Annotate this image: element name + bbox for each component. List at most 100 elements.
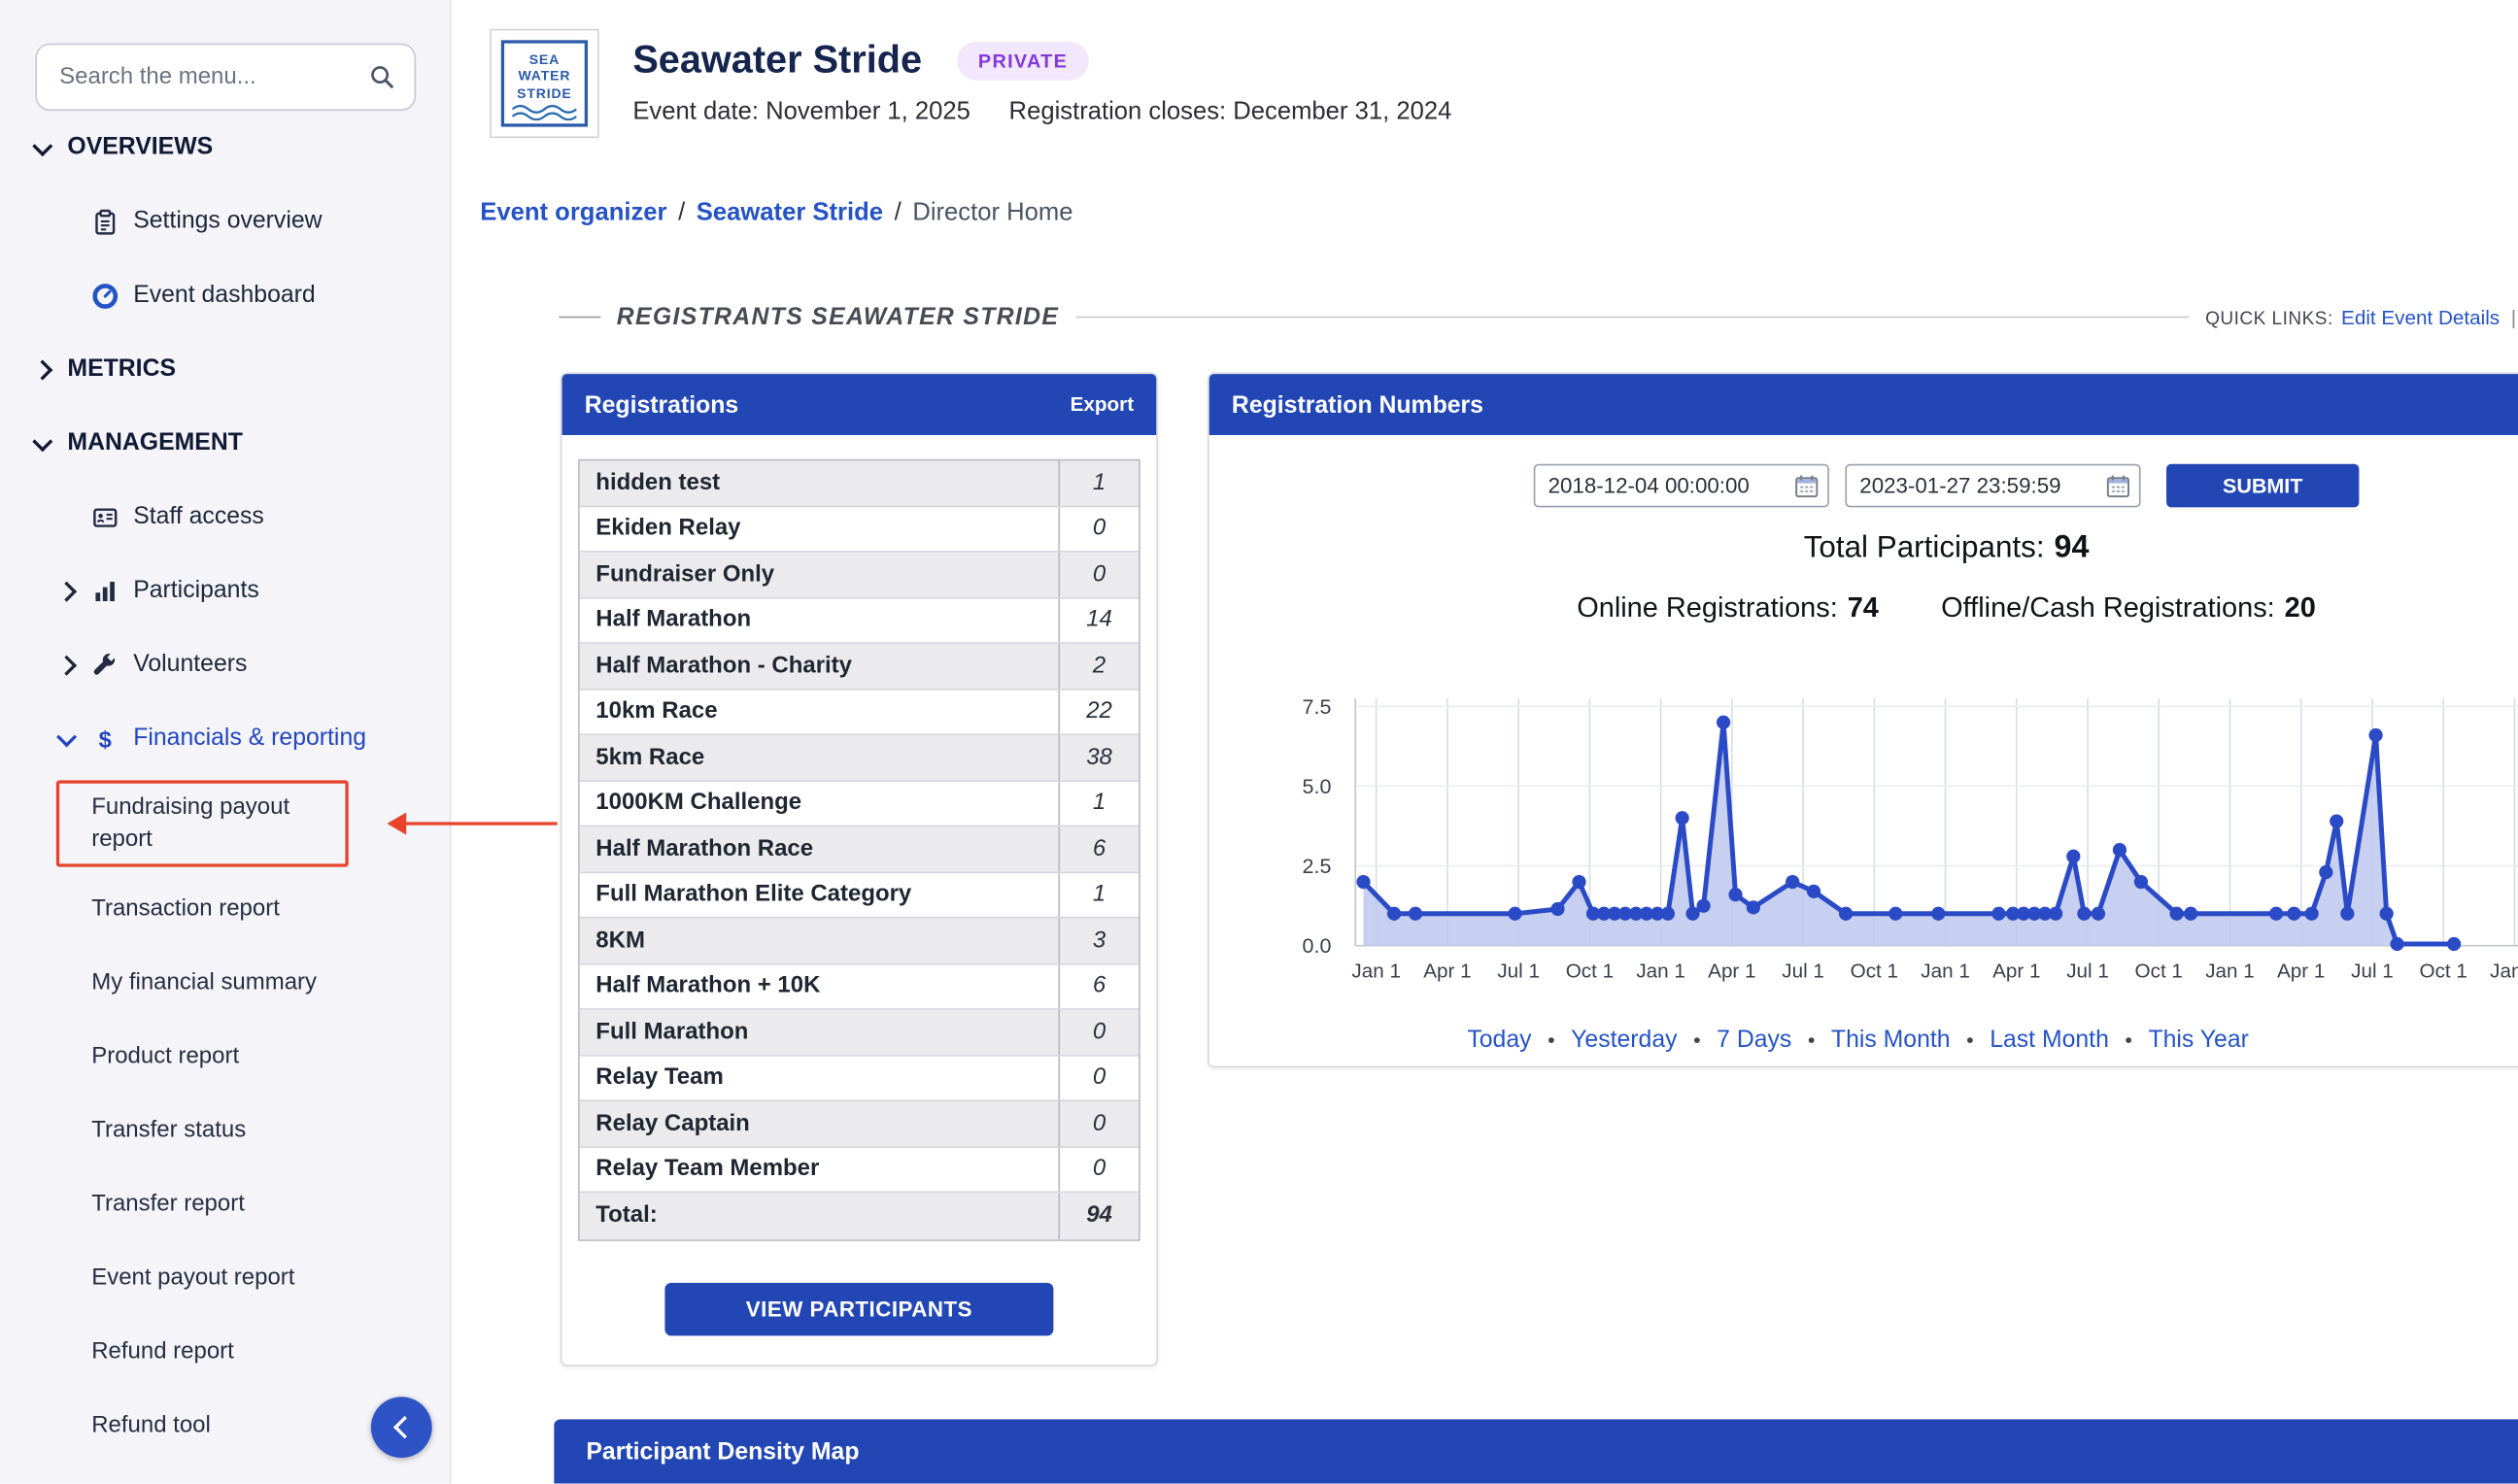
breadcrumb: Event organizer/Seawater Stride/Director… [480,199,1072,228]
svg-text:Jan 1: Jan 1 [1351,961,1401,983]
table-row-full-marathon-elite-category: Full Marathon Elite Category1 [580,872,1139,918]
sidebar-item-fundraising-payout-report[interactable]: Fundraising payout report [0,775,450,871]
svg-text:5.0: 5.0 [1303,775,1332,798]
view-participants-button[interactable]: VIEW PARTICIPANTS [664,1282,1053,1335]
sidebar-item-metrics[interactable]: METRICS [0,332,450,406]
row-label: 10km Race [580,690,1059,733]
sidebar-item-volunteers[interactable]: Volunteers [0,627,450,701]
breadcrumb-event-organizer[interactable]: Event organizer [480,199,666,226]
sidebar-item-overviews[interactable]: OVERVIEWS [0,111,450,185]
table-row-half-marathon: Half Marathon14 [580,598,1139,644]
sidebar-item-staff-access[interactable]: Staff access [0,480,450,554]
quick-links: QUICK LINKS:Edit Event Details|Copy [2205,306,2518,328]
app-window: OVERVIEWSSettings overviewEvent dashboar… [0,0,2518,1483]
registration-numbers-card: Registration Numbers SUBMIT [1208,373,2518,1068]
svg-text:Jul 1: Jul 1 [2066,961,2109,983]
chevron-down-icon [32,430,52,451]
calendar-icon[interactable] [1786,473,1827,498]
table-row-1000km-challenge: 1000KM Challenge1 [580,781,1139,826]
svg-text:$: $ [99,727,112,753]
breadcrumb-seawater-stride[interactable]: Seawater Stride [697,199,883,226]
date-from-field[interactable] [1534,464,1829,508]
table-row-5km-race: 5km Race38 [580,735,1139,781]
table-row-hidden-test: hidden test1 [580,460,1139,506]
idcard-icon [91,503,119,530]
svg-text:Jan 1: Jan 1 [1636,961,1685,983]
svg-text:Oct 1: Oct 1 [1566,961,1614,983]
svg-text:Jan 1: Jan 1 [1921,961,1970,983]
table-row-half-marathon-charity: Half Marathon - Charity2 [580,644,1139,690]
sidebar-item-my-financial-summary[interactable]: My financial summary [0,946,450,1020]
participant-density-map-title: Participant Density Map [586,1437,859,1465]
chevron-right-icon [56,655,77,675]
range-link-this-year[interactable]: This Year [2148,1026,2248,1053]
sidebar-item-product-report[interactable]: Product report [0,1020,450,1094]
registrations-chart: 0.02.55.07.5Jan 1Apr 1Jul 1Oct 1Jan 1Apr… [1251,686,2518,1000]
row-label: 1000KM Challenge [580,781,1059,825]
row-value: 1 [1058,872,1139,916]
offline-registrations-value: 20 [2285,590,2316,623]
sidebar-item-event-dashboard[interactable]: Event dashboard [0,258,450,332]
total-participants-value: 94 [2055,530,2090,565]
date-from-input[interactable] [1535,474,1786,498]
date-to-input[interactable] [1847,474,2097,498]
sidebar-collapse-button[interactable] [371,1397,432,1458]
chevron-left-icon [393,1416,416,1438]
clipboard-icon [91,208,119,235]
row-label: Relay Team [580,1056,1059,1099]
bars-icon [91,577,119,604]
quick-links-label: QUICK LINKS: [2205,309,2333,328]
svg-text:Oct 1: Oct 1 [2420,961,2467,983]
row-label: Relay Team Member [580,1147,1059,1191]
sidebar-item-transfer-report[interactable]: Transfer report [0,1167,450,1241]
row-value: 94 [1058,1193,1139,1238]
row-label: hidden test [580,460,1059,504]
svg-text:Apr 1: Apr 1 [2277,961,2325,983]
row-label: Half Marathon + 10K [580,964,1059,1008]
registrations-card-title: Registrations [585,391,738,419]
svg-text:Jul 1: Jul 1 [2351,961,2394,983]
row-label: Fundraiser Only [580,553,1059,596]
sidebar-item-refund-report[interactable]: Refund report [0,1315,450,1389]
row-label: Relay Captain [580,1101,1059,1145]
sidebar-item-participants[interactable]: Participants [0,554,450,627]
breadcrumb-director-home: Director Home [912,199,1072,226]
row-label: Full Marathon [580,1010,1059,1054]
svg-text:Jul 1: Jul 1 [1782,961,1824,983]
registration-numbers-card-header: Registration Numbers [1209,374,2518,435]
search-input[interactable] [35,44,416,111]
table-row-relay-team: Relay Team0 [580,1056,1139,1101]
sidebar-item-transaction-report[interactable]: Transaction report [0,872,450,946]
sidebar-item-settings-overview[interactable]: Settings overview [0,185,450,258]
row-value: 0 [1058,1056,1139,1099]
calendar-icon[interactable] [2097,473,2139,498]
search-icon[interactable] [368,62,397,91]
quick-link-edit-event-details[interactable]: Edit Event Details [2341,306,2500,328]
dollar-icon: $ [91,725,119,752]
range-link-7-days[interactable]: 7 Days [1717,1026,1791,1053]
range-link-last-month[interactable]: Last Month [1990,1026,2109,1053]
page-title: Seawater Stride [632,39,922,84]
annotation-rect: Fundraising payout report [56,780,349,866]
section-divider: REGISTRANTS SEAWATER STRIDE QUICK LINKS:… [559,303,2518,330]
table-row-total: Total:94 [580,1193,1139,1238]
range-link-this-month[interactable]: This Month [1831,1026,1951,1053]
svg-text:Apr 1: Apr 1 [1708,961,1755,983]
submit-button[interactable]: SUBMIT [2166,464,2359,508]
row-value: 0 [1058,1010,1139,1054]
export-link[interactable]: Export [1071,393,1134,416]
row-value: 38 [1058,735,1139,779]
row-value: 0 [1058,1147,1139,1191]
date-to-field[interactable] [1845,464,2140,508]
sidebar-item-transfer-status[interactable]: Transfer status [0,1094,450,1167]
range-link-yesterday[interactable]: Yesterday [1571,1026,1677,1053]
sidebar-item-management[interactable]: MANAGEMENT [0,406,450,480]
sidebar-item-financials-reporting[interactable]: $Financials & reporting [0,701,450,775]
date-range-links: Today•Yesterday•7 Days•This Month•Last M… [1209,1026,2507,1053]
svg-text:0.0: 0.0 [1303,934,1332,958]
range-link-today[interactable]: Today [1467,1026,1531,1053]
gauge-icon [91,282,119,309]
table-row-8km: 8KM3 [580,919,1139,964]
row-label: Half Marathon Race [580,826,1059,870]
sidebar-item-event-payout-report[interactable]: Event payout report [0,1241,450,1315]
